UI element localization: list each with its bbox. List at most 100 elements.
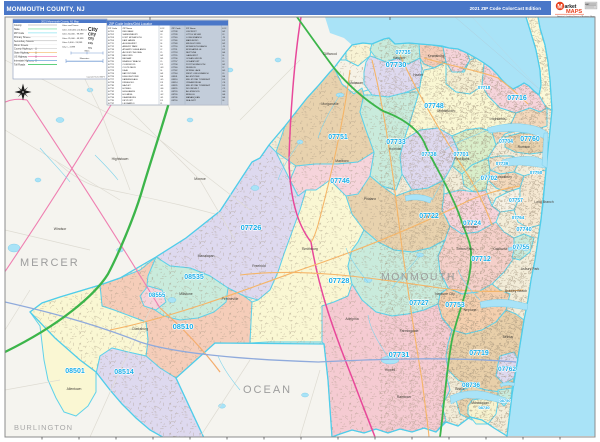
svg-text:Matawan: Matawan [349,81,363,85]
svg-text:State Highway: State Highway [14,52,30,55]
svg-text:Neptune City: Neptune City [435,292,455,296]
svg-text:08510: 08510 [173,322,194,331]
svg-text:07727: 07727 [409,300,429,307]
svg-text:Windsor: Windsor [54,227,67,231]
svg-text:OCEAN: OCEAN [243,384,292,396]
svg-text:BRADLEY BEACH: BRADLEY BEACH [123,60,141,63]
svg-text:PORT MONMOUTH: PORT MONMOUTH [186,64,206,66]
svg-text:Hightstown: Hightstown [112,157,129,161]
svg-text:LOC: LOC [160,28,165,30]
svg-text:07734: 07734 [108,97,115,99]
svg-text:Bradley Beach: Bradley Beach [505,289,527,293]
svg-text:07702: 07702 [108,34,115,36]
svg-text:08555: 08555 [149,293,166,299]
svg-text:MORGANVILLE: MORGANVILLE [186,48,202,51]
svg-text:Miles: Miles [85,51,90,53]
svg-text:ATLANTIC HIGHLANDS: ATLANTIC HIGHLANDS [123,48,147,51]
svg-text:07756: 07756 [172,58,179,60]
svg-text:NEPTUNE: NEPTUNE [186,52,197,54]
svg-text:08750: 08750 [172,100,179,102]
svg-text:Interstate Highway: Interstate Highway [14,60,35,63]
svg-text:07718: 07718 [478,85,491,90]
svg-text:ENGLISHTOWN: ENGLISHTOWN [123,76,139,78]
svg-text:07738: 07738 [172,31,179,33]
svg-text:Smithburg: Smithburg [302,247,318,251]
svg-text:Farmingdale: Farmingdale [400,329,419,333]
svg-text:07719: 07719 [469,350,489,357]
svg-text:LOC: LOC [222,28,227,30]
svg-text:FREEHOLD: FREEHOLD [123,82,135,84]
svg-text:08535: 08535 [184,274,204,281]
svg-text:ASBURY PARK: ASBURY PARK [123,45,139,48]
svg-text:08720: 08720 [172,91,179,93]
svg-text:BURLINGTON: BURLINGTON [14,423,73,432]
svg-text:Tinton Falls: Tinton Falls [456,247,474,251]
svg-text:Secondary Streets: Secondary Streets [14,40,34,43]
svg-text:07739: 07739 [172,34,179,36]
svg-text:Cities 50,000 - 99,999: Cities 50,000 - 99,999 [62,33,84,36]
svg-text:07746: 07746 [330,178,350,185]
svg-text:07722: 07722 [108,67,115,69]
svg-text:Cities 5,000 - 24,999: Cities 5,000 - 24,999 [62,41,83,44]
svg-text:2021 Monmouth County, NJ Map: 2021 Monmouth County, NJ Map [41,20,79,24]
svg-text:City: City [88,37,94,41]
svg-text:07746: 07746 [172,40,179,42]
svg-text:07702: 07702 [481,176,498,182]
svg-text:07758: 07758 [172,64,179,66]
svg-text:SHREWSBURY: SHREWSBURY [123,34,139,36]
svg-text:07757: 07757 [172,61,179,63]
svg-text:07728: 07728 [329,276,350,285]
svg-text:08736: 08736 [172,97,179,99]
svg-text:07735: 07735 [108,100,115,102]
svg-text:BRIELLE: BRIELLE [186,94,195,96]
svg-text:07712: 07712 [108,46,115,48]
svg-text:07733: 07733 [108,94,115,96]
svg-text:Hazlet: Hazlet [413,73,423,77]
svg-text:MONMOUTH: MONMOUTH [381,271,456,283]
svg-text:07753: 07753 [172,52,179,54]
svg-text:07760: 07760 [520,136,540,143]
svg-text:Minor Streets: Minor Streets [14,44,29,47]
svg-text:Allentown: Allentown [67,387,82,391]
svg-text:07730: 07730 [386,60,407,69]
svg-text:Holmdel: Holmdel [389,147,402,151]
svg-text:MILLSTONE TOWNSHIP: MILLSTONE TOWNSHIP [186,79,211,81]
svg-text:08750: 08750 [499,398,511,403]
svg-text:Freehold: Freehold [252,264,265,268]
svg-text:Long Branch: Long Branch [534,200,553,204]
svg-text:Ramtown: Ramtown [397,395,411,399]
svg-text:07716: 07716 [108,49,115,51]
svg-text:07739: 07739 [496,161,509,166]
svg-text:07748: 07748 [172,43,179,45]
svg-text:08555: 08555 [172,88,179,90]
svg-text:OCEANPORT: OCEANPORT [186,60,200,63]
svg-text:MERCER: MERCER [20,257,80,269]
svg-text:Rumson: Rumson [518,145,531,149]
svg-text:07732: 07732 [108,91,115,93]
svg-text:CLIFFWOOD: CLIFFWOOD [123,64,136,66]
svg-text:07726: 07726 [241,223,262,232]
svg-text:Toll Roads: Toll Roads [14,64,26,67]
svg-text:US Highway: US Highway [14,56,28,59]
svg-text:MONMOUTH COUNTY, NJ: MONMOUTH COUNTY, NJ [7,6,85,13]
svg-text:07748: 07748 [424,103,444,110]
svg-text:LINCROFT: LINCROFT [186,31,197,33]
svg-text:07740: 07740 [172,37,179,39]
svg-text:FAIR HAVEN: FAIR HAVEN [123,39,136,42]
svg-text:07704: 07704 [499,139,513,145]
svg-text:08730: 08730 [172,94,179,96]
svg-text:Primary Streets: Primary Streets [14,36,31,39]
svg-text:RED BANK: RED BANK [123,30,135,33]
svg-text:07760: 07760 [172,67,179,69]
svg-text:BELFORD: BELFORD [123,55,134,57]
svg-text:CREAM RIDGE: CREAM RIDGE [186,81,202,84]
svg-text:KEYPORT: KEYPORT [123,100,134,102]
svg-text:FARMINGDALE: FARMINGDALE [123,78,139,81]
svg-text:07701: 07701 [108,31,115,33]
svg-text:Cities 100,000 and Above: Cities 100,000 and Above [62,28,88,31]
svg-text:07721: 07721 [108,64,115,66]
svg-text:Kilometers: Kilometers [80,57,89,60]
svg-text:HOLMDEL: HOLMDEL [123,94,134,96]
svg-text:MIDDLETOWN: MIDDLETOWN [186,43,201,45]
svg-text:08730: 08730 [478,405,490,410]
